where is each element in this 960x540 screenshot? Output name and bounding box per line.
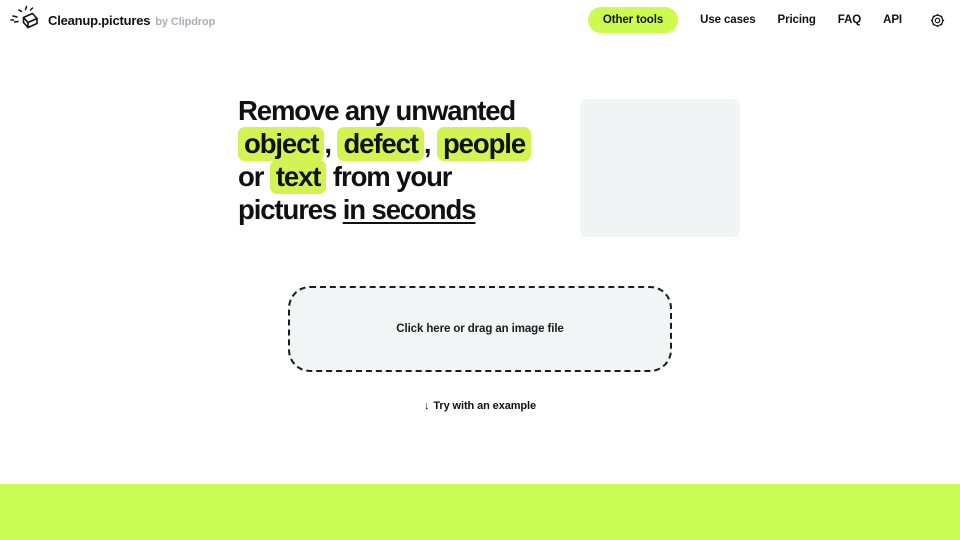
dropzone-label: Click here or drag an image file xyxy=(396,323,564,335)
brand-byline: by Clipdrop xyxy=(155,15,216,28)
image-dropzone[interactable]: Click here or drag an image file xyxy=(288,286,672,372)
headline-highlight-defect: defect xyxy=(337,127,424,161)
headline-part1: Remove any unwanted xyxy=(238,95,516,126)
headline-highlight-text: text xyxy=(269,160,327,194)
page-title: Remove any unwanted object, defect, peop… xyxy=(238,88,550,226)
nav-item-faq[interactable]: FAQ xyxy=(838,8,861,32)
try-example-link[interactable]: ↓ Try with an example xyxy=(424,400,536,412)
headline-highlight-object: object xyxy=(238,127,325,161)
main-content: Remove any unwanted object, defect, peop… xyxy=(0,40,960,412)
main-nav: Other tools Use cases Pricing FAQ API xyxy=(587,7,946,33)
top-header: Cleanup.pictures by Clipdrop Other tools… xyxy=(0,0,960,40)
gear-icon[interactable] xyxy=(928,11,946,29)
arrow-down-icon: ↓ xyxy=(423,399,430,412)
brand-name: Cleanup.pictures xyxy=(48,12,151,28)
upload-section: Click here or drag an image file ↓ Try w… xyxy=(288,286,672,412)
brand-logo[interactable]: Cleanup.pictures by Clipdrop xyxy=(8,5,215,35)
headline-highlight-people: people xyxy=(436,127,532,161)
headline-part2: or xyxy=(238,161,264,192)
nav-item-pricing[interactable]: Pricing xyxy=(778,8,816,32)
hero-image-placeholder xyxy=(580,99,740,237)
example-row: ↓ Try with an example xyxy=(288,400,672,412)
headline-underlined: in seconds xyxy=(342,194,477,225)
try-example-label: Try with an example xyxy=(433,400,537,412)
eraser-sparkle-icon xyxy=(8,5,40,35)
headline-sep2: , xyxy=(423,128,432,159)
nav-other-tools-button[interactable]: Other tools xyxy=(587,7,679,33)
bottom-lime-band xyxy=(0,484,960,540)
hero-section: Remove any unwanted object, defect, peop… xyxy=(0,88,960,237)
nav-item-api[interactable]: API xyxy=(883,8,902,32)
headline-sep1: , xyxy=(324,128,332,159)
nav-item-use-cases[interactable]: Use cases xyxy=(700,8,755,32)
